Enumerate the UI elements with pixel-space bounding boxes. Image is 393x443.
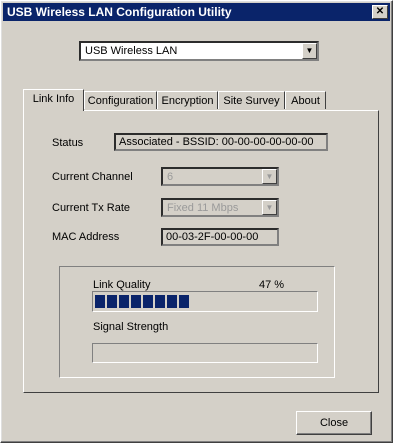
link-quality-segment — [131, 295, 141, 308]
link-quality-label: Link Quality — [93, 279, 151, 291]
link-quality-value: 47 % — [259, 279, 285, 291]
link-quality-segment — [179, 295, 189, 308]
chevron-down-icon: ▼ — [262, 200, 277, 215]
tab-site-survey[interactable]: Site Survey — [218, 91, 285, 109]
tab-encryption[interactable]: Encryption — [157, 91, 218, 109]
window-title: USB Wireless LAN Configuration Utility — [7, 5, 232, 19]
config-utility-window: USB Wireless LAN Configuration Utility ✕… — [0, 0, 393, 443]
signal-strength-bar — [92, 343, 318, 363]
chevron-down-icon: ▼ — [262, 169, 277, 184]
link-quality-bar — [92, 291, 318, 312]
link-quality-segment — [95, 295, 105, 308]
tab-link-info[interactable]: Link Info — [23, 89, 84, 111]
tx-rate-label: Current Tx Rate — [52, 202, 131, 214]
signal-strength-label: Signal Strength — [93, 321, 169, 333]
link-quality-segment — [167, 295, 177, 308]
tx-rate-select: Fixed 11 Mbps ▼ — [161, 198, 279, 217]
link-quality-segment — [107, 295, 117, 308]
status-field: Associated - BSSID: 00-00-00-00-00-00 — [114, 133, 328, 151]
mac-address-field: 00-03-2F-00-00-00 — [161, 228, 279, 246]
tab-about[interactable]: About — [285, 91, 326, 109]
adapter-select[interactable]: USB Wireless LAN ▼ — [79, 41, 319, 61]
status-label: Status — [52, 137, 84, 149]
channel-select: 6 ▼ — [161, 167, 279, 186]
link-quality-segment — [143, 295, 153, 308]
adapter-select-value: USB Wireless LAN — [85, 45, 178, 57]
link-quality-segment — [119, 295, 129, 308]
close-button[interactable]: Close — [296, 411, 372, 435]
window-close-icon[interactable]: ✕ — [372, 5, 388, 19]
tx-rate-value: Fixed 11 Mbps — [167, 202, 239, 214]
mac-address-label: MAC Address — [52, 231, 120, 243]
chevron-down-icon[interactable]: ▼ — [302, 43, 317, 59]
current-channel-label: Current Channel — [52, 171, 133, 183]
tab-configuration[interactable]: Configuration — [84, 91, 157, 109]
channel-value: 6 — [167, 171, 174, 183]
title-bar[interactable]: USB Wireless LAN Configuration Utility ✕ — [3, 3, 390, 21]
link-quality-segment — [155, 295, 165, 308]
